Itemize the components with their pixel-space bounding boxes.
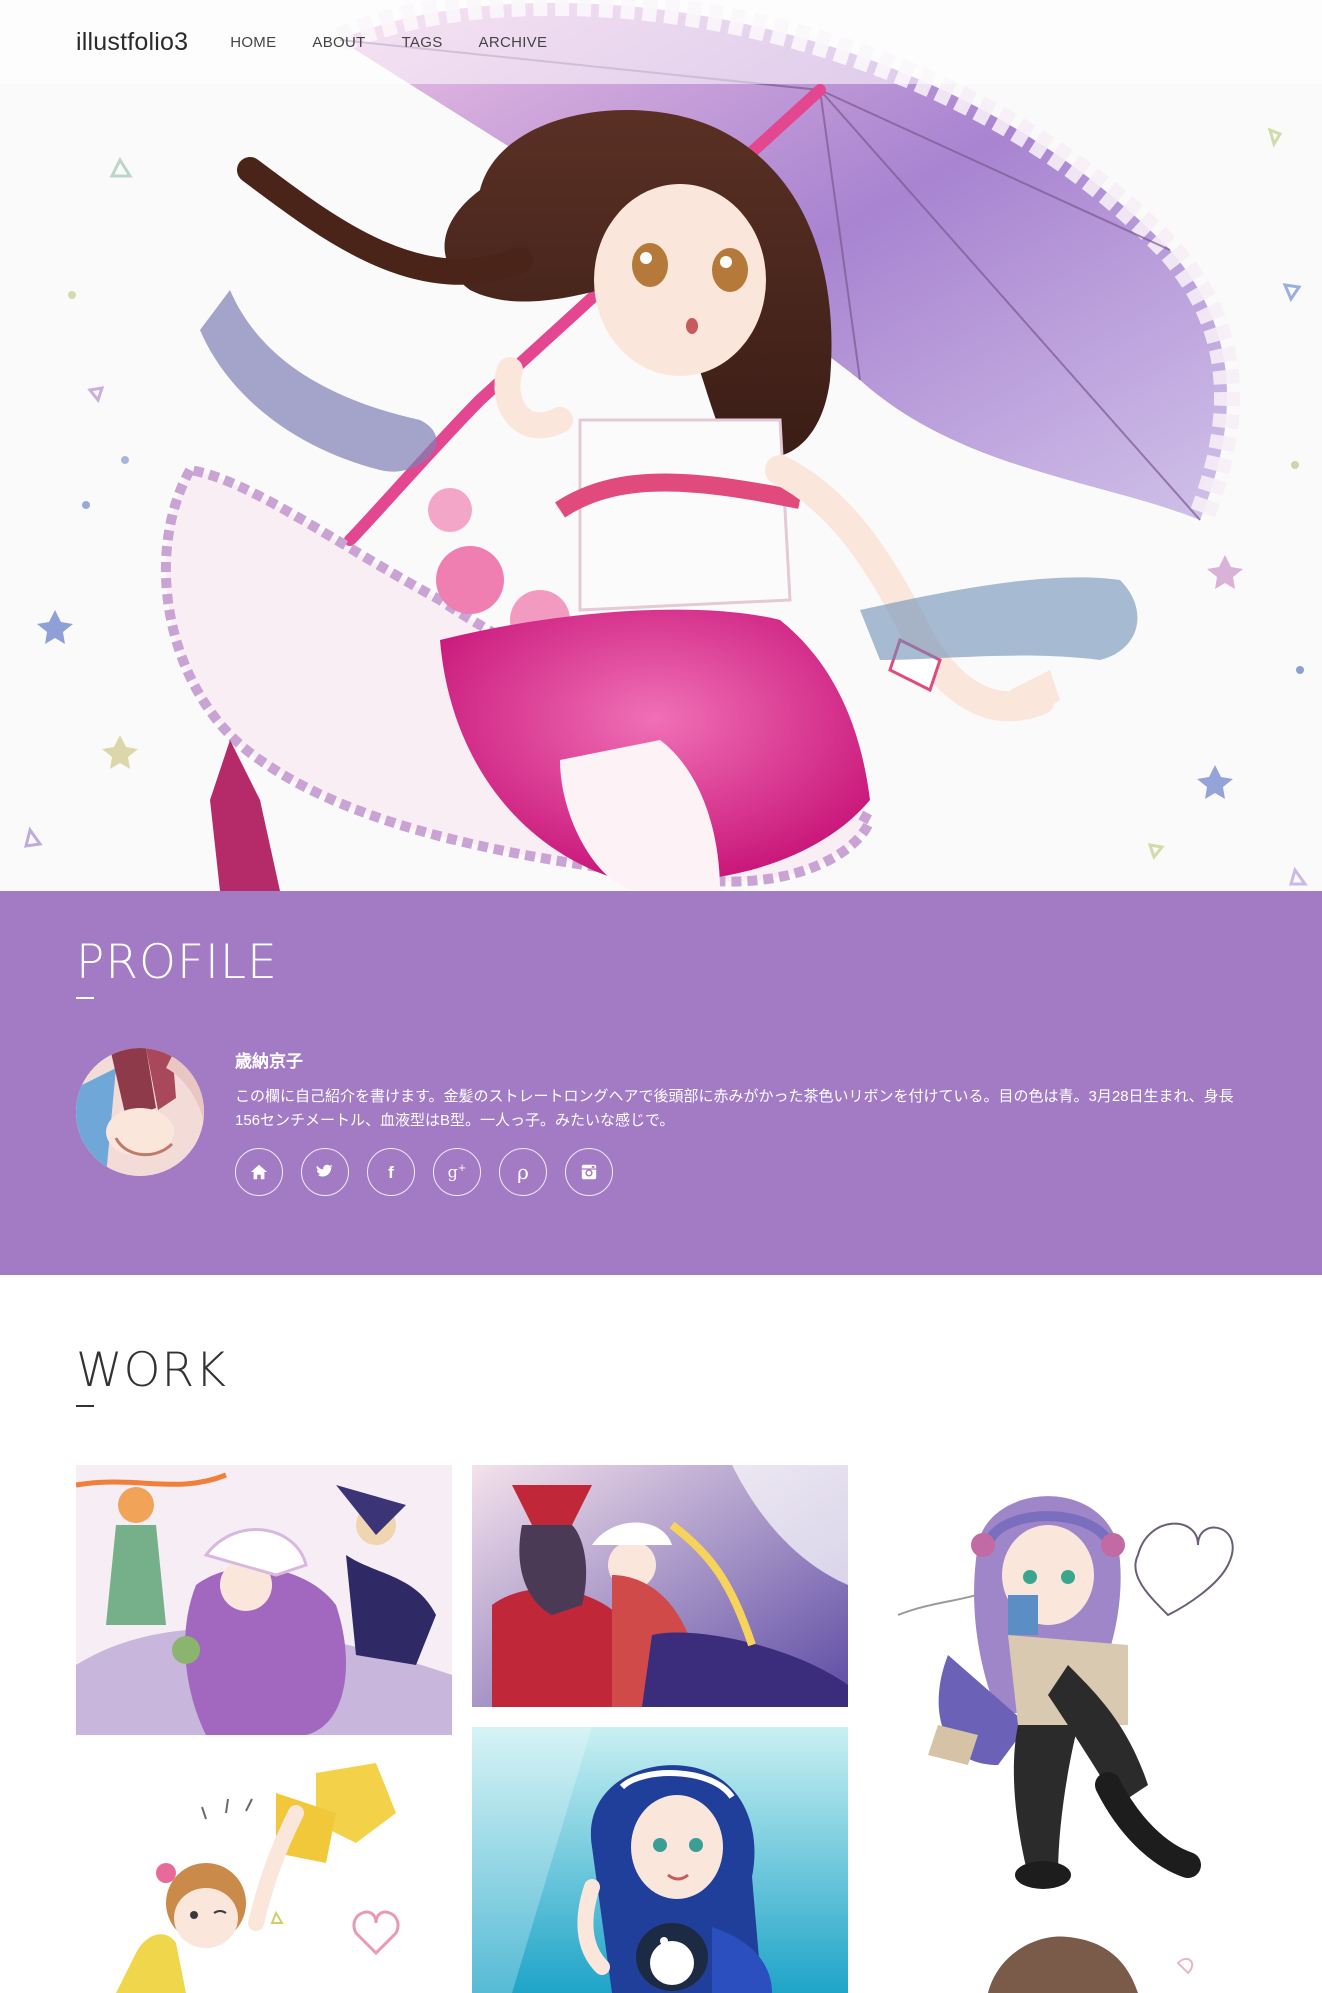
pinterest-link-button[interactable]: ρ <box>499 1148 547 1196</box>
profile-name: 歳納京子 <box>235 1052 303 1071</box>
site-header: illustfolio3 HOME ABOUT TAGS ARCHIVE <box>0 0 1322 84</box>
title-underline <box>76 997 94 999</box>
title-underline <box>76 1405 94 1407</box>
artwork-thumbnail[interactable] <box>472 1727 848 1993</box>
profile-section: PROFILE 歳納京子 この欄に自己紹介を書けます。金髪のストレートロングヘア… <box>0 891 1322 1275</box>
work-section: WORK <box>0 1275 1322 1993</box>
nav-home[interactable]: HOME <box>230 34 276 51</box>
nav-tags[interactable]: TAGS <box>402 34 443 51</box>
nav-archive[interactable]: ARCHIVE <box>479 34 548 51</box>
twitter-link-button[interactable] <box>301 1148 349 1196</box>
facebook-link-button[interactable]: f <box>367 1148 415 1196</box>
google-plus-link-button[interactable]: g+ <box>433 1148 481 1196</box>
artwork-thumbnail[interactable] <box>868 1923 1246 1993</box>
work-title: WORK <box>76 1343 227 1398</box>
twitter-icon <box>316 1164 334 1177</box>
home-icon <box>250 1164 268 1180</box>
profile-title: PROFILE <box>76 935 278 990</box>
artwork-thumbnail[interactable] <box>76 1753 452 1993</box>
artwork-thumbnail[interactable] <box>472 1465 848 1707</box>
profile-bio: この欄に自己紹介を書けます。金髪のストレートロングヘアで後頭部に赤みがかった茶色… <box>235 1088 1234 1129</box>
instagram-link-button[interactable] <box>565 1148 613 1196</box>
artwork-thumbnail[interactable] <box>76 1465 452 1735</box>
avatar <box>76 1048 204 1176</box>
facebook-icon: f <box>388 1162 394 1182</box>
pinterest-icon: ρ <box>517 1160 529 1184</box>
google-plus-icon: g+ <box>447 1162 467 1182</box>
instagram-icon <box>581 1164 597 1180</box>
site-logo[interactable]: illustfolio3 <box>76 28 188 57</box>
nav-about[interactable]: ABOUT <box>312 34 365 51</box>
social-links: f g+ ρ <box>235 1148 613 1196</box>
main-nav: HOME ABOUT TAGS ARCHIVE <box>230 34 583 51</box>
home-link-button[interactable] <box>235 1148 283 1196</box>
hero-illustration <box>0 0 1322 891</box>
artwork-thumbnail[interactable] <box>868 1465 1246 1905</box>
